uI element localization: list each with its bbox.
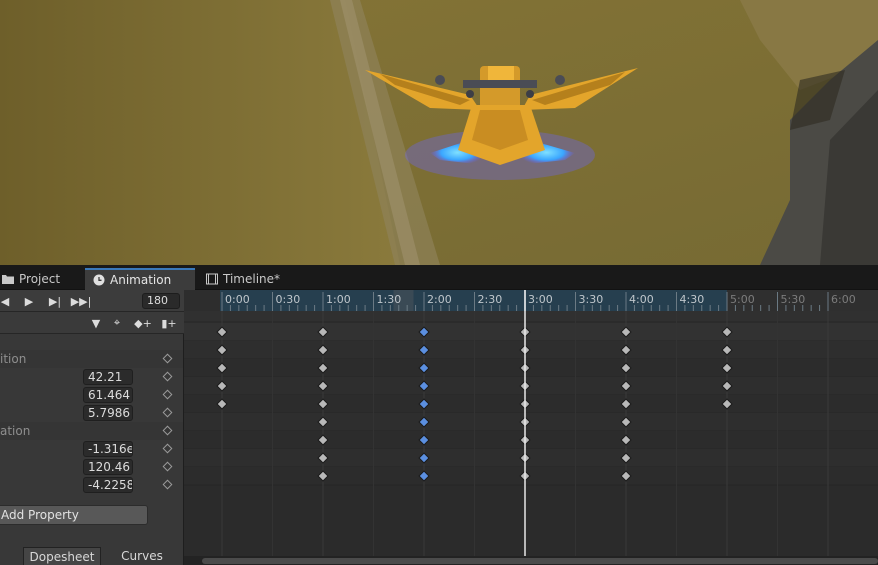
property-row-position-y: 61.464	[0, 386, 183, 404]
horizontal-scrollbar[interactable]	[184, 556, 878, 565]
property-group-position[interactable]: ition	[0, 350, 183, 368]
track-row	[184, 449, 878, 467]
track-row	[184, 413, 878, 431]
property-row-position-x: 42.21	[0, 368, 183, 386]
value-field[interactable]: -4.2258	[83, 477, 133, 493]
track-row	[184, 431, 878, 449]
tracks-top-strip	[184, 311, 878, 321]
keyframe-tools: ▼ ⌖ ◆+ ▮+	[0, 312, 184, 334]
property-row-rotation-y: 120.46	[0, 458, 183, 476]
ruler-label: 6:00	[831, 293, 856, 306]
property-row-rotation-z: -4.2258	[0, 476, 183, 494]
play-icon: ▶	[24, 294, 34, 308]
time-ruler[interactable]: 0:00 0:30 1:00 1:30 2:00 2:30 3:00 3:30 4:00 4:30…	[184, 290, 878, 311]
add-event-button[interactable]: ▮+	[160, 315, 178, 331]
ruler-label: 0:30	[276, 293, 301, 306]
scene-render	[0, 0, 878, 265]
property-group-label: ation	[0, 424, 31, 438]
playback-controls: ◀ ▶ ▶| ▶▶| 180	[0, 290, 184, 312]
next-key-icon: ▶|	[48, 294, 62, 308]
tab-timeline[interactable]: Timeline*	[198, 268, 288, 290]
value-field[interactable]: 5.7986	[83, 405, 133, 421]
scrollbar-thumb[interactable]	[202, 558, 878, 564]
tab-dopesheet[interactable]: Dopesheet	[23, 547, 101, 565]
property-row-rotation-x: -1.316e	[0, 440, 183, 458]
crosshair-icon: ⌖	[113, 316, 121, 329]
tab-label: Timeline*	[223, 272, 281, 286]
previous-key-button[interactable]: ◀	[0, 292, 16, 310]
track-row	[184, 377, 878, 395]
keyframe-tracks[interactable]	[184, 311, 878, 565]
frame-field[interactable]: 180	[142, 293, 180, 309]
tab-animation[interactable]: Animation	[85, 268, 195, 290]
chevron-down-icon: ▼	[91, 316, 101, 330]
animation-properties-panel: ◀ ▶ ▶| ▶▶| 180 ▼ ⌖ ◆+ ▮+ ition 42.21 61.…	[0, 290, 184, 565]
track-row	[184, 341, 878, 359]
previous-icon: ◀	[0, 294, 10, 308]
clip-dropdown-button[interactable]: ▼	[87, 315, 105, 331]
last-frame-button[interactable]: ▶▶|	[70, 292, 92, 310]
add-keyframe-icon: ◆+	[134, 316, 152, 330]
tab-project[interactable]: Project	[0, 268, 68, 290]
ruler-label: 2:00	[427, 293, 452, 306]
ruler-label: 4:30	[680, 293, 705, 306]
value-field[interactable]: 120.46	[83, 459, 133, 475]
record-mode-button[interactable]: ⌖	[108, 315, 126, 331]
tab-label: Project	[19, 272, 61, 286]
key-diamond-icon[interactable]	[162, 407, 173, 418]
view-mode-tabs: Dopesheet Curves	[0, 547, 184, 565]
ruler-label: 4:00	[629, 293, 654, 306]
property-group-label: ition	[0, 352, 27, 366]
track-row	[184, 395, 878, 413]
key-diamond-icon[interactable]	[162, 353, 173, 364]
ruler-label: 0:00	[225, 293, 250, 306]
track-row	[184, 467, 878, 485]
clock-icon	[93, 274, 105, 286]
property-group-rotation[interactable]: ation	[0, 422, 183, 440]
add-property-button[interactable]: Add Property	[0, 505, 148, 525]
tab-curves[interactable]: Curves	[104, 547, 180, 565]
play-button[interactable]: ▶	[18, 292, 40, 310]
ruler-label: 1:30	[377, 293, 402, 306]
ruler-label: 2:30	[478, 293, 503, 306]
scene-viewport[interactable]	[0, 0, 878, 265]
next-key-button[interactable]: ▶|	[44, 292, 66, 310]
ruler-label: 3:30	[579, 293, 604, 306]
key-diamond-icon[interactable]	[162, 371, 173, 382]
key-diamond-icon[interactable]	[162, 425, 173, 436]
ruler-label: 3:00	[528, 293, 553, 306]
ruler-label: 1:00	[326, 293, 351, 306]
value-field[interactable]: 42.21	[83, 369, 133, 385]
add-event-icon: ▮+	[161, 316, 177, 330]
value-field[interactable]: -1.316e	[83, 441, 133, 457]
ruler-label: 5:00	[730, 293, 755, 306]
add-keyframe-button[interactable]: ◆+	[134, 315, 152, 331]
ruler-label: 5:30	[781, 293, 806, 306]
key-diamond-icon[interactable]	[162, 461, 173, 472]
key-diamond-icon[interactable]	[162, 443, 173, 454]
last-frame-icon: ▶▶|	[70, 294, 92, 308]
film-icon	[206, 273, 218, 285]
track-row	[184, 359, 878, 377]
value-field[interactable]: 61.464	[83, 387, 133, 403]
key-diamond-icon[interactable]	[162, 389, 173, 400]
key-diamond-icon[interactable]	[162, 479, 173, 490]
tab-label: Animation	[110, 273, 172, 287]
folder-icon	[2, 273, 14, 285]
dopesheet-timeline[interactable]: 0:00 0:30 1:00 1:30 2:00 2:30 3:00 3:30 4:00 4:30…	[184, 290, 878, 565]
property-row-position-z: 5.7986	[0, 404, 183, 422]
track-row	[184, 323, 878, 341]
editor-tab-bar: Project Animation Timeline*	[0, 265, 878, 290]
